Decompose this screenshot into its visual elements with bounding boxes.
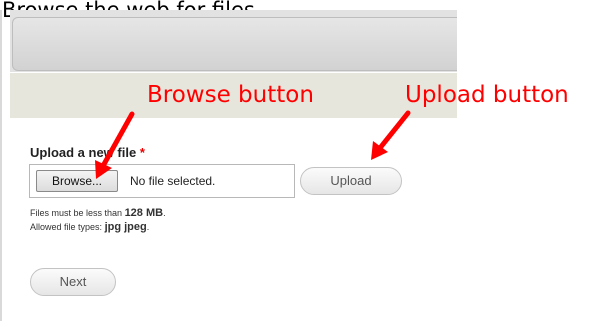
help-file-types: Allowed file types: jpg jpeg. <box>30 221 149 233</box>
upload-field-label: Upload a new file * <box>30 145 145 160</box>
upload-button[interactable]: Upload <box>300 167 402 195</box>
required-marker: * <box>139 145 145 160</box>
help-file-size-value: 128 MB <box>124 207 164 219</box>
help-file-types-suffix: . <box>146 222 150 232</box>
upload-arrow-icon <box>371 110 411 160</box>
next-button[interactable]: Next <box>30 268 116 296</box>
header-panel <box>12 17 457 71</box>
file-status-text: No file selected. <box>130 174 216 188</box>
help-file-size-prefix: Files must be less than <box>30 208 123 218</box>
help-file-types-value: jpg jpeg <box>104 221 147 233</box>
file-input[interactable]: Browse... No file selected. <box>29 164 295 198</box>
left-border <box>0 10 2 321</box>
browse-button[interactable]: Browse... <box>36 170 118 192</box>
browse-annotation-label: Browse button <box>147 82 314 108</box>
help-file-size-suffix: . <box>163 208 166 218</box>
help-file-size: Files must be less than 128 MB. <box>30 207 166 219</box>
upload-annotation-label: Upload button <box>405 82 569 108</box>
upload-field-label-text: Upload a new file <box>30 145 137 160</box>
help-file-types-prefix: Allowed file types: <box>30 222 103 232</box>
